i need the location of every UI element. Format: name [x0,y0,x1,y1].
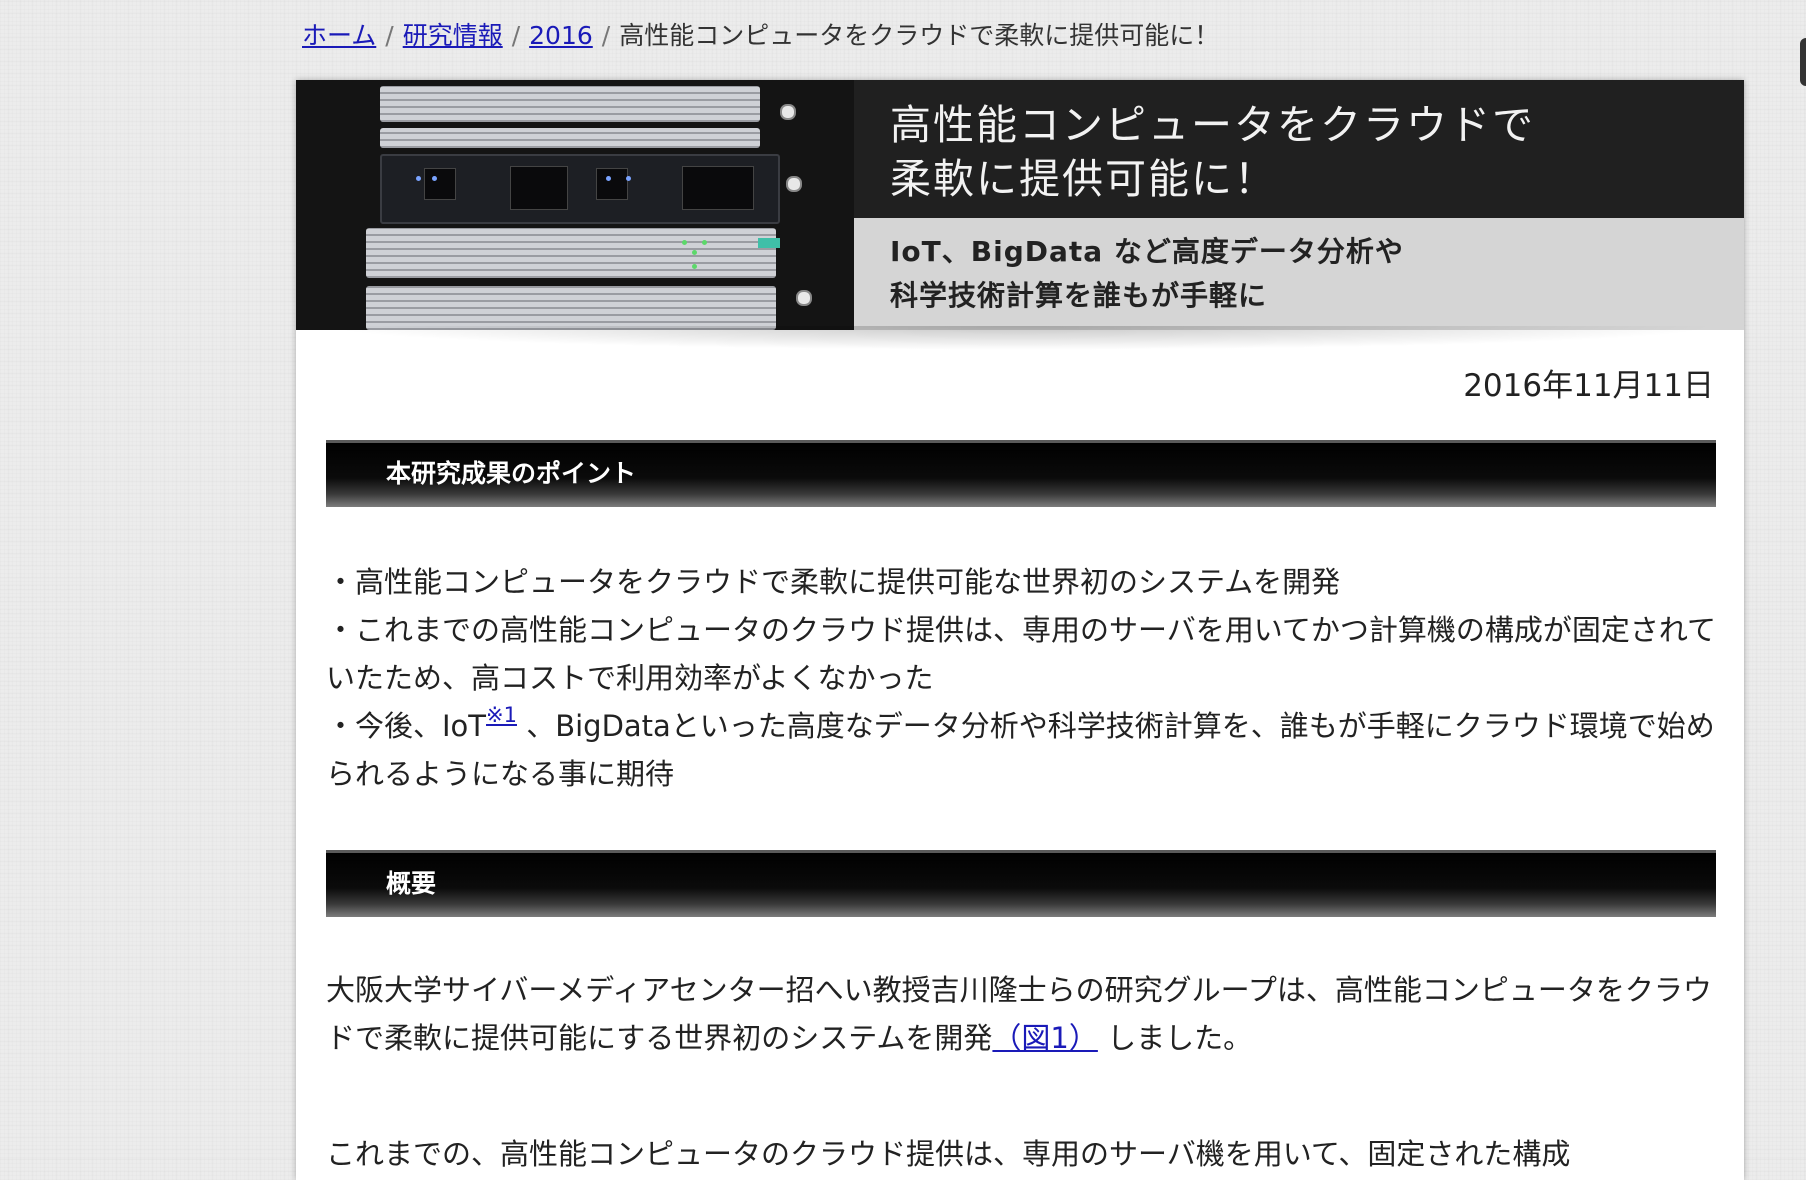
point-item: ・今後、IoT※1 、BigDataといった高度なデータ分析や科学技術計算を、誰… [326,702,1726,798]
breadcrumb-separator: / [511,21,521,50]
point-text: ・今後、IoT [326,709,487,743]
section-heading-text: 概要 [386,869,437,898]
point-item: ・これまでの高性能コンピュータのクラウド提供は、専用のサーバを用いてかつ計算機の… [326,613,1716,695]
overview-text-end: しました。 [1097,1021,1253,1055]
figure-link[interactable]: （図1） [992,1021,1097,1055]
point-item: ・高性能コンピュータをクラウドで柔軟に提供可能な世界初のシステムを開発 [326,565,1341,599]
overview-paragraph-2: これまでの、高性能コンピュータのクラウド提供は、専用のサーバ機を用いて、固定され… [326,1130,1726,1178]
breadcrumb-current: 高性能コンピュータをクラウドで柔軟に提供可能に！ [619,21,1220,50]
overview-paragraph: 大阪大学サイバーメディアセンター招へい教授吉川隆士らの研究グループは、高性能コン… [326,966,1726,1062]
banner-shadow [320,326,1720,350]
footnote-link[interactable]: ※1 [486,703,517,727]
publish-date: 2016年11月11日 [1463,368,1714,404]
points-list: ・高性能コンピュータをクラウドで柔軟に提供可能な世界初のシステムを開発 ・これま… [326,558,1726,798]
overview-next-text: これまでの、高性能コンピュータのクラウド提供は、専用のサーバ機を用いて、固定され… [326,1137,1571,1171]
banner-title-box: 高性能コンピュータをクラウドで 柔軟に提供可能に！ [854,80,1744,218]
section-heading-text: 本研究成果のポイント [386,459,637,488]
overview-text: 大阪大学サイバーメディアセンター招へい教授吉川隆士らの研究グループは、高性能コン… [326,966,1726,1062]
breadcrumb: ホーム / 研究情報 / 2016 / 高性能コンピュータをクラウドで柔軟に提供可能に！ [302,16,1219,56]
server-rack-photo [296,80,854,330]
article-container: 高性能コンピュータをクラウドで 柔軟に提供可能に！ IoT、BigData など… [296,80,1744,1180]
breadcrumb-research-link[interactable]: 研究情報 [403,21,503,50]
breadcrumb-separator: / [385,21,394,50]
scrollbar-thumb[interactable] [1800,38,1806,86]
article-banner: 高性能コンピュータをクラウドで 柔軟に提供可能に！ IoT、BigData など… [296,80,1744,330]
banner-subtitle: IoT、BigData など高度データ分析や 科学技術計算を誰もが手軽に [890,235,1404,312]
banner-title: 高性能コンピュータをクラウドで 柔軟に提供可能に！ [890,101,1535,203]
point-text: 、BigDataといった高度なデータ分析や科学技術計算を、誰もが手軽にクラウド環… [326,709,1715,791]
section-heading-overview: 概要 [326,850,1716,917]
breadcrumb-year-link[interactable]: 2016 [529,21,593,50]
breadcrumb-home-link[interactable]: ホーム [302,21,376,50]
section-heading-points: 本研究成果のポイント [326,440,1716,507]
breadcrumb-separator: / [601,21,611,50]
